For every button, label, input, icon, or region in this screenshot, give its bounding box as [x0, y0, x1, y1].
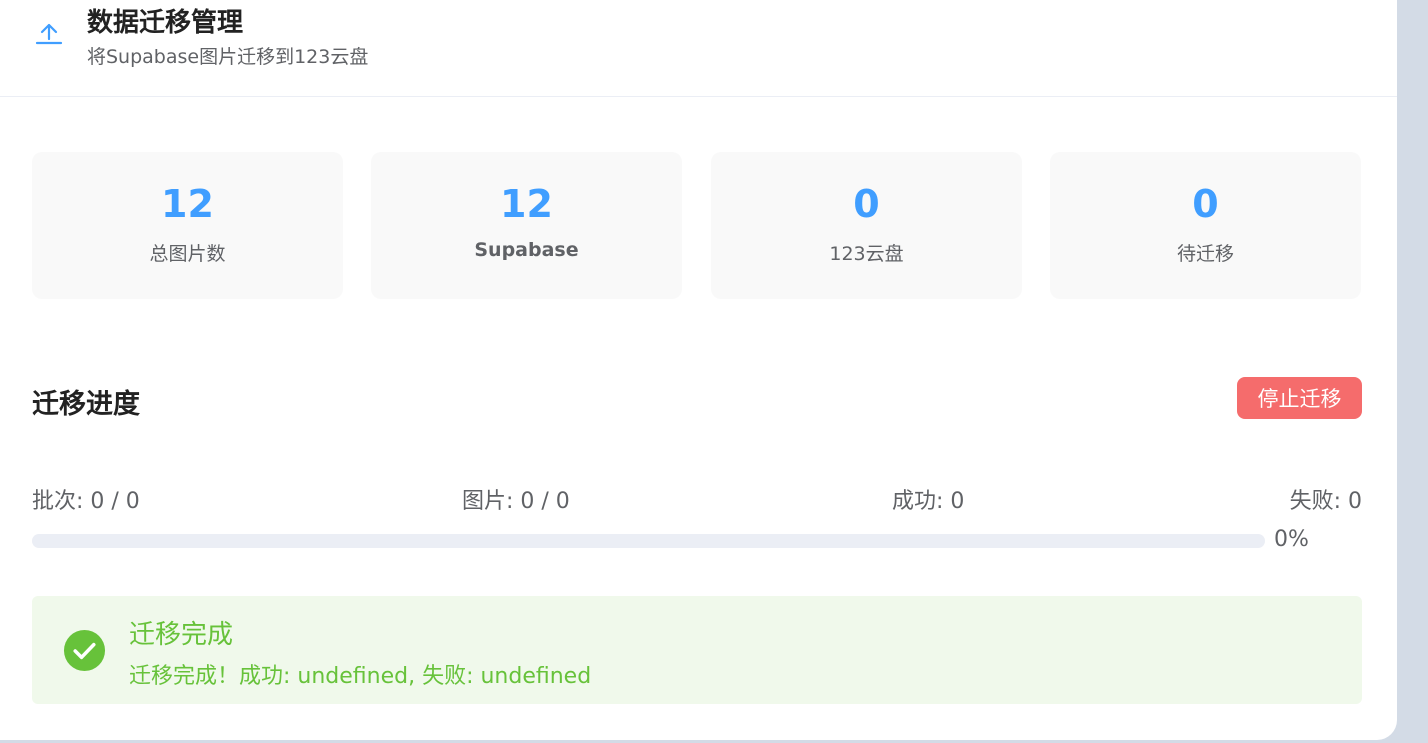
upload-icon [35, 23, 63, 45]
page-title: 数据迁移管理 [87, 8, 244, 38]
page-subtitle: 将Supabase图片迁移到123云盘 [87, 46, 369, 68]
stat-card-123pan: 0 123云盘 [711, 152, 1022, 299]
alert-description: 迁移完成！成功: undefined, 失败: undefined [129, 664, 592, 689]
stat-label: 总图片数 [149, 243, 226, 265]
stat-label: 123云盘 [829, 243, 904, 265]
alert-title: 迁移完成 [129, 620, 234, 650]
image-count: 图片: 0 / 0 [462, 489, 570, 514]
stat-card-total: 12 总图片数 [32, 152, 343, 299]
check-circle-icon [63, 629, 106, 672]
stat-value: 12 [161, 182, 214, 226]
success-alert: 迁移完成 迁移完成！成功: undefined, 失败: undefined [32, 596, 1362, 704]
stat-value: 12 [500, 182, 553, 226]
stats-row: 12 总图片数 12 Supabase 0 123云盘 0 待迁移 [32, 152, 1362, 299]
page-header: 数据迁移管理 将Supabase图片迁移到123云盘 [0, 0, 1397, 97]
stat-label: 待迁移 [1176, 243, 1234, 265]
stop-migration-button[interactable]: 停止迁移 [1237, 377, 1362, 419]
stat-card-pending: 0 待迁移 [1050, 152, 1361, 299]
progress-section-title: 迁移进度 [32, 389, 140, 420]
batch-count: 批次: 0 / 0 [32, 489, 140, 514]
progress-bar [32, 534, 1265, 548]
stat-value: 0 [1192, 182, 1219, 226]
success-count: 成功: 0 [892, 489, 965, 514]
stat-card-supabase: 12 Supabase [371, 152, 682, 299]
stat-label: Supabase [474, 239, 579, 261]
progress-percent: 0% [1274, 527, 1309, 552]
failed-count: 失败: 0 [1289, 489, 1362, 514]
migration-card: 数据迁移管理 将Supabase图片迁移到123云盘 12 总图片数 12 Su… [0, 0, 1397, 740]
stat-value: 0 [853, 182, 880, 226]
